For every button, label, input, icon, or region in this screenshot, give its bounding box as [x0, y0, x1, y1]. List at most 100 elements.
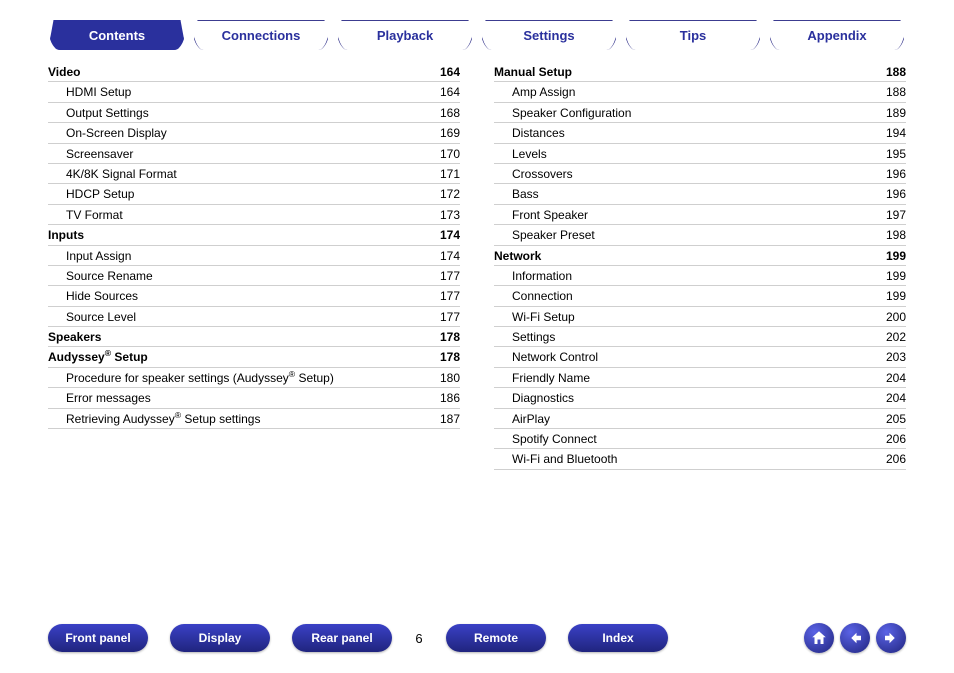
toc-row[interactable]: Procedure for speaker settings (Audyssey…: [48, 368, 460, 388]
toc-row[interactable]: Speaker Preset198: [494, 225, 906, 245]
toc-row-label: Network: [494, 249, 876, 263]
toc-row-label: Friendly Name: [494, 371, 876, 385]
toc-row-page: 187: [430, 412, 460, 426]
toc-row-page: 188: [876, 85, 906, 99]
toc-row-label: Input Assign: [48, 249, 430, 263]
toc-row[interactable]: Front Speaker197: [494, 205, 906, 225]
toc-row[interactable]: 4K/8K Signal Format171: [48, 164, 460, 184]
toc-row-label: Wi-Fi and Bluetooth: [494, 452, 876, 466]
toc-row-label: Diagnostics: [494, 391, 876, 405]
next-page-icon[interactable]: [876, 623, 906, 653]
toc-row[interactable]: Levels195: [494, 144, 906, 164]
toc-row-label: Source Level: [48, 310, 430, 324]
bottom-bar: Front panel Display Rear panel 6 Remote …: [48, 623, 906, 653]
toc-row-label: Output Settings: [48, 106, 430, 120]
toc-row-label: Bass: [494, 187, 876, 201]
toc-row[interactable]: Diagnostics204: [494, 388, 906, 408]
toc-row-label: AirPlay: [494, 412, 876, 426]
remote-button[interactable]: Remote: [446, 624, 546, 652]
toc-row[interactable]: HDCP Setup172: [48, 184, 460, 204]
toc-row-label: 4K/8K Signal Format: [48, 167, 430, 181]
toc-row[interactable]: HDMI Setup164: [48, 82, 460, 102]
toc-row-page: 203: [876, 350, 906, 364]
toc-row-label: Distances: [494, 126, 876, 140]
toc-row-label: Settings: [494, 330, 876, 344]
toc-row-page: 173: [430, 208, 460, 222]
toc-row-label: Spotify Connect: [494, 432, 876, 446]
toc-row[interactable]: Network199: [494, 246, 906, 266]
toc-row[interactable]: Inputs174: [48, 225, 460, 245]
toc-row[interactable]: Distances194: [494, 123, 906, 143]
toc-row-page: 205: [876, 412, 906, 426]
toc-row[interactable]: Retrieving Audyssey® Setup settings187: [48, 409, 460, 429]
toc-row-page: 178: [430, 350, 460, 364]
toc-row-label: HDCP Setup: [48, 187, 430, 201]
toc-row-page: 196: [876, 167, 906, 181]
toc-row[interactable]: Input Assign174: [48, 246, 460, 266]
toc-row-page: 196: [876, 187, 906, 201]
toc-row-page: 204: [876, 371, 906, 385]
toc-row[interactable]: Wi-Fi Setup200: [494, 307, 906, 327]
toc-row[interactable]: AirPlay205: [494, 409, 906, 429]
tab-connections[interactable]: Connections: [192, 20, 330, 50]
toc-row-page: 197: [876, 208, 906, 222]
toc-row[interactable]: Error messages186: [48, 388, 460, 408]
prev-page-icon[interactable]: [840, 623, 870, 653]
tab-contents[interactable]: Contents: [48, 20, 186, 50]
toc-row-page: 199: [876, 289, 906, 303]
toc-row-page: 174: [430, 249, 460, 263]
toc-row-label: Speaker Preset: [494, 228, 876, 242]
toc-row-page: 202: [876, 330, 906, 344]
toc-row[interactable]: Video164: [48, 62, 460, 82]
toc-row[interactable]: Bass196: [494, 184, 906, 204]
toc-row[interactable]: Hide Sources177: [48, 286, 460, 306]
toc-row[interactable]: Wi-Fi and Bluetooth206: [494, 449, 906, 469]
tab-playback[interactable]: Playback: [336, 20, 474, 50]
toc-row-label: Information: [494, 269, 876, 283]
toc-columns: Video164HDMI Setup164Output Settings168O…: [48, 62, 906, 470]
toc-row[interactable]: TV Format173: [48, 205, 460, 225]
toc-row[interactable]: Amp Assign188: [494, 82, 906, 102]
rear-panel-button[interactable]: Rear panel: [292, 624, 392, 652]
tab-appendix[interactable]: Appendix: [768, 20, 906, 50]
toc-row[interactable]: Speaker Configuration189: [494, 103, 906, 123]
toc-row-label: TV Format: [48, 208, 430, 222]
toc-row[interactable]: On-Screen Display169: [48, 123, 460, 143]
toc-row[interactable]: Output Settings168: [48, 103, 460, 123]
index-button[interactable]: Index: [568, 624, 668, 652]
toc-row-page: 180: [430, 371, 460, 385]
toc-row-label: Network Control: [494, 350, 876, 364]
toc-row-page: 169: [430, 126, 460, 140]
toc-row[interactable]: Speakers178: [48, 327, 460, 347]
toc-row-page: 178: [430, 330, 460, 344]
toc-row[interactable]: Friendly Name204: [494, 368, 906, 388]
toc-row[interactable]: Source Level177: [48, 307, 460, 327]
toc-row[interactable]: Screensaver170: [48, 144, 460, 164]
display-button[interactable]: Display: [170, 624, 270, 652]
toc-row-label: Video: [48, 65, 430, 79]
toc-row-page: 204: [876, 391, 906, 405]
top-tabs: Contents Connections Playback Settings T…: [48, 20, 906, 50]
home-icon[interactable]: [804, 623, 834, 653]
toc-row[interactable]: Network Control203: [494, 347, 906, 367]
toc-row[interactable]: Source Rename177: [48, 266, 460, 286]
front-panel-button[interactable]: Front panel: [48, 624, 148, 652]
toc-row-label: Procedure for speaker settings (Audyssey…: [48, 371, 430, 385]
toc-row-page: 164: [430, 65, 460, 79]
tab-settings[interactable]: Settings: [480, 20, 618, 50]
toc-row-page: 177: [430, 269, 460, 283]
toc-row[interactable]: Settings202: [494, 327, 906, 347]
toc-row-label: Retrieving Audyssey® Setup settings: [48, 412, 430, 426]
toc-row[interactable]: Information199: [494, 266, 906, 286]
toc-row-label: Inputs: [48, 228, 430, 242]
toc-row-label: Manual Setup: [494, 65, 876, 79]
toc-row-page: 189: [876, 106, 906, 120]
toc-row[interactable]: Manual Setup188: [494, 62, 906, 82]
toc-row-page: 172: [430, 187, 460, 201]
toc-row[interactable]: Crossovers196: [494, 164, 906, 184]
toc-row[interactable]: Audyssey® Setup178: [48, 347, 460, 367]
toc-row[interactable]: Connection199: [494, 286, 906, 306]
toc-row[interactable]: Spotify Connect206: [494, 429, 906, 449]
tab-tips[interactable]: Tips: [624, 20, 762, 50]
toc-row-page: 186: [430, 391, 460, 405]
